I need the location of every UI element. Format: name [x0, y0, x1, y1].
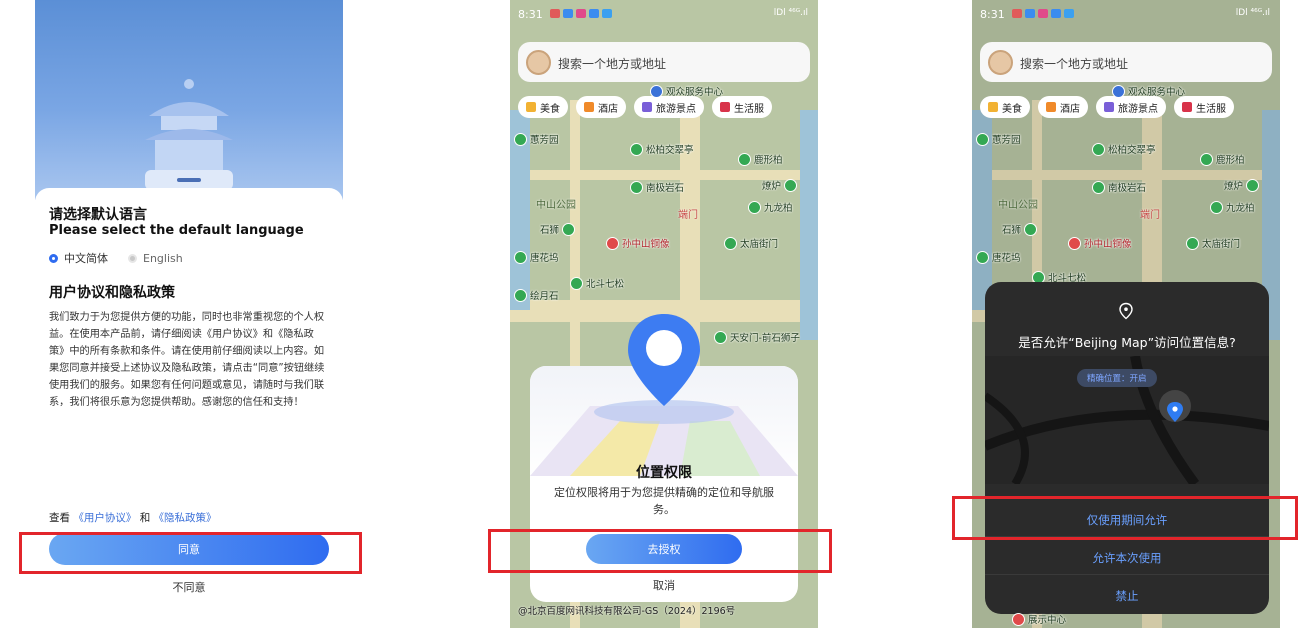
deny-button[interactable]: 禁止 — [985, 588, 1269, 604]
dialog-title: 是否允许“Beijing Map”访问位置信息? — [1018, 335, 1236, 350]
chip-food[interactable]: 美食 — [518, 96, 568, 118]
hotel-icon — [584, 102, 594, 112]
life-service-icon — [720, 102, 730, 112]
dialog-description: 定位权限将用于为您提供精确的定位和导航服务。 — [554, 486, 774, 516]
privacy-policy-link[interactable]: 《隐私政策》 — [154, 512, 217, 524]
status-bar: 8:31 lDl ⁴⁶ᴳ.ıl — [510, 0, 818, 26]
chip-hotel[interactable]: 酒店 — [1038, 96, 1088, 118]
gate-label: 端门 — [678, 210, 698, 221]
disagree-button[interactable]: 不同意 — [35, 579, 343, 595]
policy-body: 我们致力于为您提供方便的功能，同时也非常重视您的个人权益。在使用本产品前，请仔细… — [49, 312, 325, 408]
location-pin-icon — [628, 314, 700, 406]
highlight-agree — [19, 532, 362, 574]
poi[interactable]: 石狮 — [1002, 222, 1038, 236]
poi[interactable]: 石狮 — [540, 222, 576, 236]
poi[interactable]: 南极岩石 — [630, 180, 684, 194]
food-icon — [988, 102, 998, 112]
poi[interactable]: 九龙柏 — [748, 200, 793, 214]
poi[interactable]: 太庙街门 — [1186, 236, 1240, 250]
chip-life-services[interactable]: 生活服 — [712, 96, 772, 118]
poi[interactable]: 太庙街门 — [724, 236, 778, 250]
policy-title: 用户协议和隐私政策 — [49, 285, 175, 301]
poi[interactable]: 北斗七松 — [570, 276, 624, 290]
search-input[interactable]: 搜索一个地方或地址 — [1020, 55, 1128, 72]
language-options: 中文简体 English — [49, 250, 183, 266]
clock: 8:31 — [980, 8, 1005, 21]
poi[interactable]: 观众服务中心 — [650, 84, 723, 98]
policy-links: 查看 《用户协议》 和 《隐私政策》 — [49, 510, 217, 525]
language-title-zh: 请选择默认语言 — [49, 207, 147, 223]
poi[interactable]: 鹿形柏 — [1200, 152, 1245, 166]
temple-illustration — [145, 79, 233, 190]
attraction-icon — [1104, 102, 1114, 112]
category-chips: 美食 酒店 旅游景点 生活服 — [980, 96, 1234, 118]
system-location-dialog: 是否允许“Beijing Map”访问位置信息? 精确位置：开启 仅使用期间允许… — [985, 282, 1269, 614]
chip-hotel[interactable]: 酒店 — [576, 96, 626, 118]
dialog-title: 位置权限 — [636, 465, 692, 481]
poi[interactable]: 观众服务中心 — [1112, 84, 1185, 98]
poi[interactable]: 南极岩石 — [1092, 180, 1146, 194]
user-agreement-link[interactable]: 《用户协议》 — [73, 512, 136, 524]
poi[interactable]: 燎炉 — [762, 178, 798, 192]
poi[interactable]: 燎炉 — [1224, 178, 1260, 192]
allow-once-button[interactable]: 允许本次使用 — [985, 550, 1269, 566]
poi[interactable]: 松柏交翠亭 — [630, 142, 694, 156]
search-input[interactable]: 搜索一个地方或地址 — [558, 55, 666, 72]
avatar[interactable] — [526, 50, 551, 75]
highlight-allow-while-using — [952, 496, 1298, 540]
poi[interactable]: 孙中山铜像 — [1068, 236, 1132, 250]
notification-icons — [1012, 9, 1074, 18]
language-title-en: Please select the default language — [49, 223, 304, 238]
park-label: 中山公园 — [998, 200, 1038, 211]
poi[interactable]: 蕙芳园 — [976, 132, 1021, 146]
cancel-button[interactable]: 取消 — [530, 577, 798, 593]
poi[interactable]: 蕙芳园 — [514, 132, 559, 146]
poi[interactable]: 唐花坞 — [514, 250, 559, 264]
poi[interactable]: 展示中心 — [1012, 612, 1066, 626]
radio-english[interactable] — [128, 253, 137, 263]
chip-attractions[interactable]: 旅游景点 — [1096, 96, 1166, 118]
poi[interactable]: 孙中山铜像 — [606, 236, 670, 250]
food-icon — [526, 102, 536, 112]
search-bar[interactable]: 搜索一个地方或地址 — [518, 42, 810, 82]
poi[interactable]: 鹿形柏 — [738, 152, 783, 166]
map-copyright: @北京百度网讯科技有限公司-GS（2024）2196号 — [518, 606, 736, 617]
clock: 8:31 — [518, 8, 543, 21]
chip-food[interactable]: 美食 — [980, 96, 1030, 118]
location-outline-icon — [1119, 302, 1133, 320]
park-label: 中山公园 — [536, 200, 576, 211]
status-bar: 8:31 lDl ⁴⁶ᴳ.ıl — [972, 0, 1280, 26]
highlight-authorize — [488, 529, 832, 573]
hotel-icon — [1046, 102, 1056, 112]
attraction-icon — [642, 102, 652, 112]
notification-icons — [550, 9, 612, 18]
links-and: 和 — [139, 512, 151, 524]
poi[interactable]: 唐花坞 — [976, 250, 1021, 264]
poi[interactable]: 天安门-前石狮子 — [714, 330, 800, 344]
poi[interactable]: 九龙柏 — [1210, 200, 1255, 214]
life-service-icon — [1182, 102, 1192, 112]
chip-attractions[interactable]: 旅游景点 — [634, 96, 704, 118]
search-bar[interactable]: 搜索一个地方或地址 — [980, 42, 1272, 82]
avatar[interactable] — [988, 50, 1013, 75]
signal-icons: lDl ⁴⁶ᴳ.ıl — [773, 8, 808, 18]
links-prefix: 查看 — [49, 512, 70, 524]
radio-chinese-label[interactable]: 中文简体 — [64, 250, 108, 266]
gate-label: 端门 — [1140, 210, 1160, 221]
radio-chinese[interactable] — [49, 253, 58, 263]
chip-life-services[interactable]: 生活服 — [1174, 96, 1234, 118]
poi[interactable]: 绘月石 — [514, 288, 559, 302]
precise-location-toggle[interactable]: 精确位置：开启 — [1077, 369, 1157, 387]
radio-english-label[interactable]: English — [143, 252, 183, 265]
poi[interactable]: 松柏交翠亭 — [1092, 142, 1156, 156]
divider — [985, 574, 1269, 575]
category-chips: 美食 酒店 旅游景点 生活服 — [518, 96, 772, 118]
signal-icons: lDl ⁴⁶ᴳ.ıl — [1235, 8, 1270, 18]
header-illustration — [35, 0, 343, 200]
